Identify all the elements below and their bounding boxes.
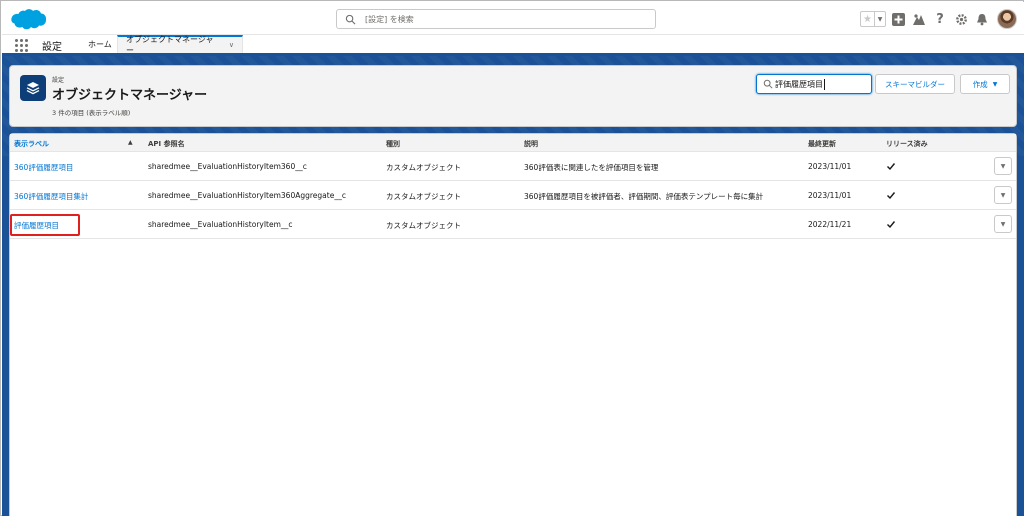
object-type: カスタムオブジェクト [386, 192, 461, 201]
search-icon [345, 14, 356, 25]
tab-object-manager[interactable]: オブジェクトマネージャー ∨ [117, 35, 243, 55]
setup-gear-icon[interactable] [952, 10, 970, 28]
notifications-bell-icon[interactable] [973, 10, 991, 28]
column-header-type[interactable]: 種別 [386, 139, 400, 149]
last-modified: 2023/11/01 [808, 191, 852, 200]
tab-home[interactable]: ホーム [80, 35, 120, 53]
last-modified: 2022/11/21 [808, 220, 852, 229]
row-actions-dropdown[interactable]: ▼ [994, 157, 1012, 175]
app-name: 設定 [42, 42, 62, 53]
search-placeholder: [設定] を検索 [365, 15, 414, 24]
add-icon[interactable] [889, 10, 907, 28]
page-header: 設定 オブジェクトマネージャー 3 件の項目 (表示ラベル順) 評価履歴項目 ス… [9, 65, 1017, 127]
caret-down-icon: ▼ [992, 80, 998, 88]
object-type: カスタムオブジェクト [386, 221, 461, 230]
row-actions-dropdown[interactable]: ▼ [994, 186, 1012, 204]
row-actions-dropdown[interactable]: ▼ [994, 215, 1012, 233]
global-header: [設定] を検索 ★ ▼ ? [2, 2, 1024, 35]
object-manager-layers-icon [20, 75, 46, 101]
tab-home-label: ホーム [88, 39, 112, 49]
chevron-down-icon[interactable]: ∨ [229, 41, 234, 49]
help-icon[interactable]: ? [931, 10, 949, 28]
item-count: 3 件の項目 (表示ラベル順) [52, 109, 131, 117]
create-button[interactable]: 作成 ▼ [960, 74, 1010, 94]
table-header: 表示ラベル ▲ API 参照名 種別 説明 最終更新 リリース済み [10, 134, 1016, 152]
salesforce-logo[interactable] [10, 7, 47, 31]
sort-ascending-icon[interactable]: ▲ [128, 139, 133, 146]
object-label-link[interactable]: 360評価履歴項目 [14, 162, 73, 173]
header-utility-icons: ★ ▼ ? [860, 9, 1017, 29]
object-description: 360評価履歴項目を被評価者、評価期間、評価表テンプレート毎に集計 [524, 192, 764, 201]
api-name: sharedmee__EvaluationHistoryItem__c [148, 220, 293, 229]
quick-find-value: 評価履歴項目 [775, 79, 825, 90]
app-launcher-icon[interactable] [15, 39, 28, 52]
breadcrumb[interactable]: 設定 [52, 75, 64, 84]
context-bar: 設定 ホーム オブジェクトマネージャー ∨ [2, 35, 1024, 56]
favorite-star-icon[interactable]: ★ [861, 12, 875, 26]
tab-object-manager-label: オブジェクトマネージャー [126, 35, 214, 55]
object-type: カスタムオブジェクト [386, 163, 461, 172]
column-header-label[interactable]: 表示ラベル [14, 139, 49, 149]
api-name: sharedmee__EvaluationHistoryItem360Aggre… [148, 191, 346, 200]
column-header-api-name[interactable]: API 参照名 [148, 139, 185, 149]
table-row: 360評価履歴項目集計 sharedmee__EvaluationHistory… [10, 181, 1016, 210]
schema-builder-button[interactable]: スキーマビルダー [875, 74, 955, 94]
user-avatar[interactable] [997, 9, 1017, 29]
quick-find-input[interactable]: 評価履歴項目 [756, 74, 872, 94]
object-description: 360評価表に関連したを評価項目を管理 [524, 163, 659, 172]
trailhead-icon[interactable] [910, 10, 928, 28]
object-label-link[interactable]: 評価履歴項目 [14, 220, 59, 231]
global-search-input[interactable]: [設定] を検索 [336, 9, 656, 29]
object-label-link[interactable]: 360評価履歴項目集計 [14, 191, 88, 202]
column-header-description[interactable]: 説明 [524, 139, 538, 149]
table-row: 360評価履歴項目 sharedmee__EvaluationHistoryIt… [10, 152, 1016, 181]
create-label: 作成 [972, 79, 988, 89]
schema-builder-label: スキーマビルダー [885, 79, 945, 89]
api-name: sharedmee__EvaluationHistoryItem360__c [148, 162, 307, 171]
favorites-dropdown-icon[interactable]: ▼ [875, 12, 885, 26]
object-list-table: 表示ラベル ▲ API 参照名 種別 説明 最終更新 リリース済み 360評価履… [9, 133, 1017, 516]
last-modified: 2023/11/01 [808, 162, 852, 171]
search-icon [763, 79, 773, 89]
column-header-last-modified[interactable]: 最終更新 [808, 139, 836, 149]
checkmark-icon [887, 163, 896, 171]
checkmark-icon [887, 192, 896, 200]
table-row: 評価履歴項目 sharedmee__EvaluationHistoryItem_… [10, 210, 1016, 239]
checkmark-icon [887, 221, 896, 229]
favorites-control: ★ ▼ [860, 11, 886, 27]
page-title: オブジェクトマネージャー [52, 88, 208, 103]
app-frame: [設定] を検索 ★ ▼ ? 設定 ホーム オブジェクトマネージャー ∨ 設定 … [0, 0, 1024, 516]
column-header-deployed[interactable]: リリース済み [886, 139, 928, 149]
